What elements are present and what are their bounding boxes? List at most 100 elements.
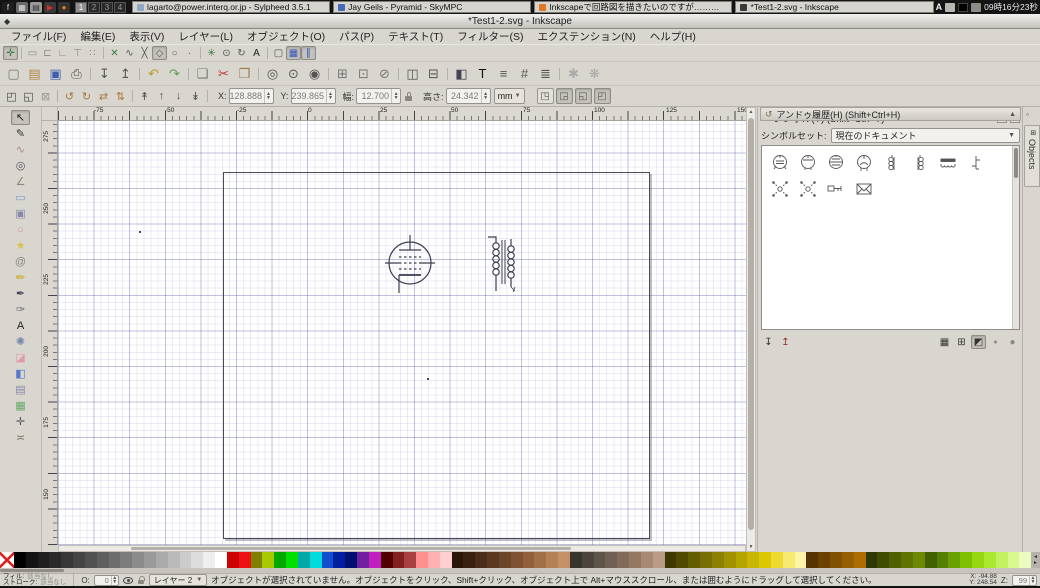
inductor-symbol[interactable] (934, 150, 962, 176)
palette-swatch[interactable] (783, 552, 795, 568)
fill-stroke-dialog-button[interactable]: ◧ (451, 63, 472, 84)
pen-tool[interactable]: ✒ (11, 286, 30, 301)
lower-button[interactable]: ↓ (170, 88, 187, 104)
unit-dropdown[interactable]: mm▼ (494, 88, 525, 104)
palette-swatch[interactable] (452, 552, 464, 568)
vacuum-tube-symbol-2[interactable] (794, 150, 822, 176)
task-sylpheed[interactable]: lagarto@power.interq.or.jp - Sylpheed 3.… (132, 1, 330, 13)
export-button[interactable]: ↥ (115, 63, 136, 84)
palette-swatch[interactable] (38, 552, 50, 568)
palette-swatch[interactable] (274, 552, 286, 568)
snap-bbox-midpoint-button[interactable]: ⊤ (70, 46, 85, 60)
palette-swatch[interactable] (641, 552, 653, 568)
palette-swatch[interactable] (345, 552, 357, 568)
launcher-media-icon[interactable]: ▶ (44, 2, 56, 13)
workspace-3[interactable]: 3 (101, 2, 113, 13)
scroll-down-icon[interactable]: ▼ (747, 544, 755, 550)
height-field[interactable]: 24.342▲▼ (446, 88, 491, 104)
palette-swatch[interactable] (546, 552, 558, 568)
palette-swatch[interactable] (653, 552, 665, 568)
symbols-zoom-in-button[interactable]: ● (1005, 335, 1020, 349)
show-background-button[interactable]: ◩ (971, 335, 986, 349)
vacuum-tube-symbol-4[interactable] (850, 150, 878, 176)
gradient-tool[interactable]: ▤ (11, 382, 30, 397)
dock-options-icon[interactable]: ▫ (1026, 110, 1029, 119)
lower-to-bottom-button[interactable]: ↡ (187, 88, 204, 104)
snap-page-border-button[interactable]: ▢ (271, 46, 286, 60)
flip-vertical-button[interactable]: ⇅ (112, 88, 129, 104)
palette-swatch[interactable] (676, 552, 688, 568)
palette-swatch[interactable] (712, 552, 724, 568)
canvas[interactable] (58, 121, 746, 545)
width-spinner[interactable]: ▲▼ (391, 89, 400, 103)
redo-button[interactable]: ↷ (164, 63, 185, 84)
loose-grid-view-button[interactable]: ⊞ (954, 335, 969, 349)
palette-swatch[interactable] (49, 552, 61, 568)
palette-swatch[interactable] (475, 552, 487, 568)
measure-tool[interactable]: ∠ (11, 174, 30, 189)
unlink-clone-button[interactable]: ⊘ (374, 63, 395, 84)
palette-swatch[interactable] (85, 552, 97, 568)
palette-swatch[interactable] (310, 552, 322, 568)
print-button[interactable]: ⎙ (66, 63, 87, 84)
undo-button[interactable]: ↶ (143, 63, 164, 84)
vacuum-tube-symbol[interactable] (365, 223, 455, 303)
menu-text[interactable]: テキスト(T) (381, 28, 450, 45)
palette-swatch[interactable] (463, 552, 475, 568)
palette-swatch[interactable] (736, 552, 748, 568)
tray-home-icon[interactable] (971, 3, 981, 12)
canvas-horizontal-scrollbar[interactable] (58, 545, 746, 552)
select-all-button[interactable]: ◰ (3, 88, 20, 104)
box-3d-tool[interactable]: ▣ (11, 206, 30, 221)
palette-swatch[interactable] (286, 552, 298, 568)
palette-swatch[interactable] (960, 552, 972, 568)
palette-swatch[interactable] (901, 552, 913, 568)
palette-swatch[interactable] (109, 552, 121, 568)
palette-swatch[interactable] (120, 552, 132, 568)
layer-lock-icon[interactable] (137, 576, 145, 585)
symbols-scrollbar[interactable] (1012, 146, 1019, 329)
envelope-symbol[interactable] (850, 176, 878, 202)
palette-scroll-arrows[interactable]: ◄► (1031, 552, 1040, 568)
palette-swatch[interactable] (404, 552, 416, 568)
extensions-button[interactable]: ❋ (584, 63, 605, 84)
palette-swatch[interactable] (144, 552, 156, 568)
new-document-button[interactable]: ▢ (3, 63, 24, 84)
layer-visibility-icon[interactable] (123, 577, 133, 584)
ellipse-tool[interactable]: ○ (11, 222, 30, 237)
palette-swatch[interactable] (842, 552, 854, 568)
task-browser[interactable]: Inkscapeで回路図を描きたいのですが……。 - 例えば... (534, 1, 732, 13)
palette-swatch[interactable] (227, 552, 239, 568)
launcher-logo-icon[interactable]: f (2, 2, 14, 13)
zoom-tool[interactable]: ◎ (11, 158, 30, 173)
width-field[interactable]: 12.700▲▼ (356, 88, 401, 104)
palette-swatch[interactable] (487, 552, 499, 568)
palette-swatch[interactable] (700, 552, 712, 568)
spray-tool[interactable]: ✺ (11, 334, 30, 349)
zoom-page-button[interactable]: ⊙ (283, 63, 304, 84)
transform-gradient-toggle[interactable]: ◱ (575, 88, 592, 104)
symbol-to-document-button[interactable]: ↧ (761, 335, 776, 349)
snap-bbox-button[interactable]: ▭ (25, 46, 40, 60)
palette-swatch[interactable] (830, 552, 842, 568)
dropper-tool[interactable]: ✛ (11, 414, 30, 429)
palette-swatch[interactable] (534, 552, 546, 568)
palette-swatch[interactable] (925, 552, 937, 568)
opacity-field[interactable]: 0▲▼ (94, 575, 119, 586)
deselect-button[interactable]: ⊠ (37, 88, 54, 104)
launcher-screenshot-icon[interactable]: ▦ (16, 2, 28, 13)
palette-swatch[interactable] (854, 552, 866, 568)
palette-swatch[interactable] (381, 552, 393, 568)
snap-bbox-center-button[interactable]: ∷ (85, 46, 100, 60)
symbol-set-dropdown[interactable]: 現在のドキュメント ▼ (831, 128, 1020, 143)
palette-swatch[interactable] (191, 552, 203, 568)
palette-swatch[interactable] (795, 552, 807, 568)
snap-bbox-edge-button[interactable]: ⊏ (40, 46, 55, 60)
palette-swatch[interactable] (558, 552, 570, 568)
palette-swatch[interactable] (759, 552, 771, 568)
rotate-ccw-button[interactable]: ↺ (61, 88, 78, 104)
crosshair-symbol-2[interactable] (794, 176, 822, 202)
canvas-vertical-scrollbar[interactable]: ▲ ▼ (746, 107, 756, 552)
zoom-spinner[interactable]: ▲▼ (1029, 576, 1036, 585)
undo-history-panel-bar[interactable]: ↺ アンドゥ履歴(H) (Shift+Ctrl+H) ▲ (760, 107, 1021, 121)
